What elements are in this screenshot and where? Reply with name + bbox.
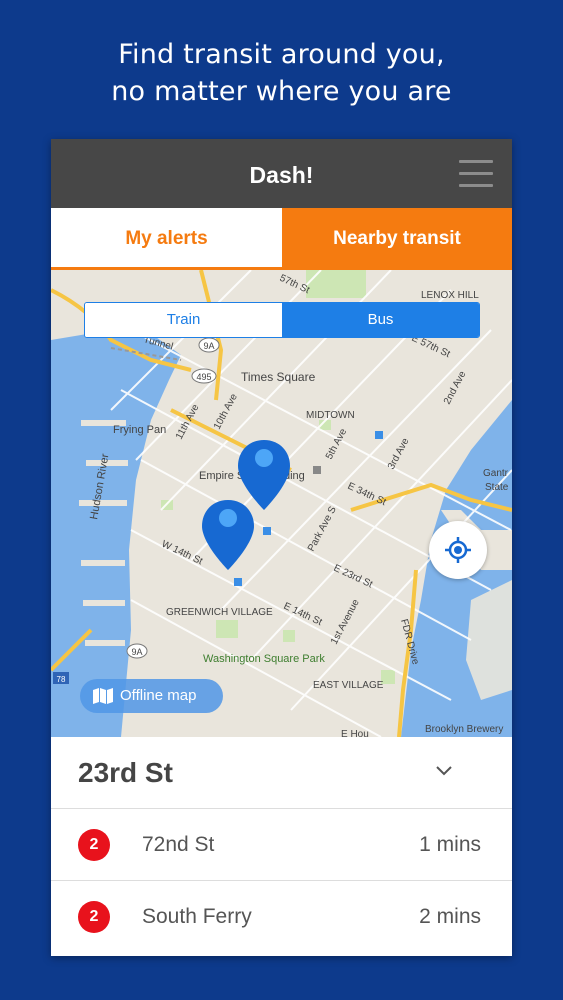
map-label-gantry-state: State — [485, 482, 509, 493]
offline-map-label: Offline map — [120, 687, 197, 704]
toggle-train[interactable]: Train — [85, 303, 282, 337]
app-screen: Dash! My alerts Nearby transit 9A 495 9A… — [51, 139, 512, 956]
svg-text:9A: 9A — [131, 647, 142, 657]
map-label-greenwich-village: GREENWICH VILLAGE — [166, 607, 273, 618]
hamburger-menu-icon[interactable] — [459, 160, 493, 188]
arrival-row[interactable]: 2 72nd St 1 mins — [51, 809, 512, 881]
svg-text:495: 495 — [196, 372, 211, 382]
station-header[interactable]: 23rd St — [51, 737, 512, 809]
map-label-frying-pan: Frying Pan — [113, 424, 166, 436]
map-label-times-square: Times Square — [241, 370, 316, 384]
map-label-brooklyn-brewery: Brooklyn Brewery — [425, 724, 503, 735]
route-shield-9a: 9A — [198, 337, 220, 353]
map-label-gantry: Gantr — [483, 468, 509, 479]
arrival-eta: 1 mins — [419, 833, 481, 856]
transit-map[interactable]: 9A 495 9A 78 LENOX HILL Times Square MID… — [51, 270, 512, 737]
arrival-destination: South Ferry — [142, 905, 252, 928]
my-location-icon — [445, 537, 471, 563]
arrival-eta: 2 mins — [419, 905, 481, 928]
svg-text:78: 78 — [57, 675, 66, 684]
route-badge: 2 — [78, 901, 110, 933]
map-label-e-hou: E Hou — [341, 729, 369, 737]
promo-line-1: Find transit around you, — [118, 39, 445, 70]
tab-my-alerts[interactable]: My alerts — [51, 208, 282, 270]
station-name: 23rd St — [78, 757, 173, 788]
app-bar: Dash! — [51, 139, 512, 208]
map-book-icon — [93, 688, 113, 704]
my-location-button[interactable] — [429, 521, 487, 579]
promo-headline: Find transit around you, no matter where… — [0, 36, 563, 110]
map-label-east-village: EAST VILLAGE — [313, 680, 384, 691]
app-title: Dash! — [249, 162, 314, 188]
route-shield-78: 78 — [53, 672, 69, 684]
map-label-midtown: MIDTOWN — [306, 410, 355, 421]
chevron-down-icon[interactable] — [435, 765, 453, 777]
map-label-washington-square: Washington Square Park — [203, 653, 325, 665]
offline-map-button[interactable]: Offline map — [80, 679, 223, 713]
arrival-destination: 72nd St — [142, 833, 215, 856]
route-badge: 2 — [78, 829, 110, 861]
promo-line-2: no matter where you are — [111, 76, 452, 107]
toggle-bus[interactable]: Bus — [282, 303, 479, 337]
tab-bar: My alerts Nearby transit — [51, 208, 512, 270]
tab-nearby-transit[interactable]: Nearby transit — [282, 208, 512, 270]
route-shield-495: 495 — [191, 368, 217, 384]
arrival-row[interactable]: 2 South Ferry 2 mins — [51, 881, 512, 953]
route-shield-9a-south: 9A — [126, 643, 148, 659]
svg-text:9A: 9A — [203, 341, 214, 351]
map-canvas: 9A 495 9A 78 LENOX HILL Times Square MID… — [51, 270, 512, 737]
mode-toggle: Train Bus — [84, 302, 480, 338]
map-label-lenox-hill: LENOX HILL — [421, 290, 479, 301]
